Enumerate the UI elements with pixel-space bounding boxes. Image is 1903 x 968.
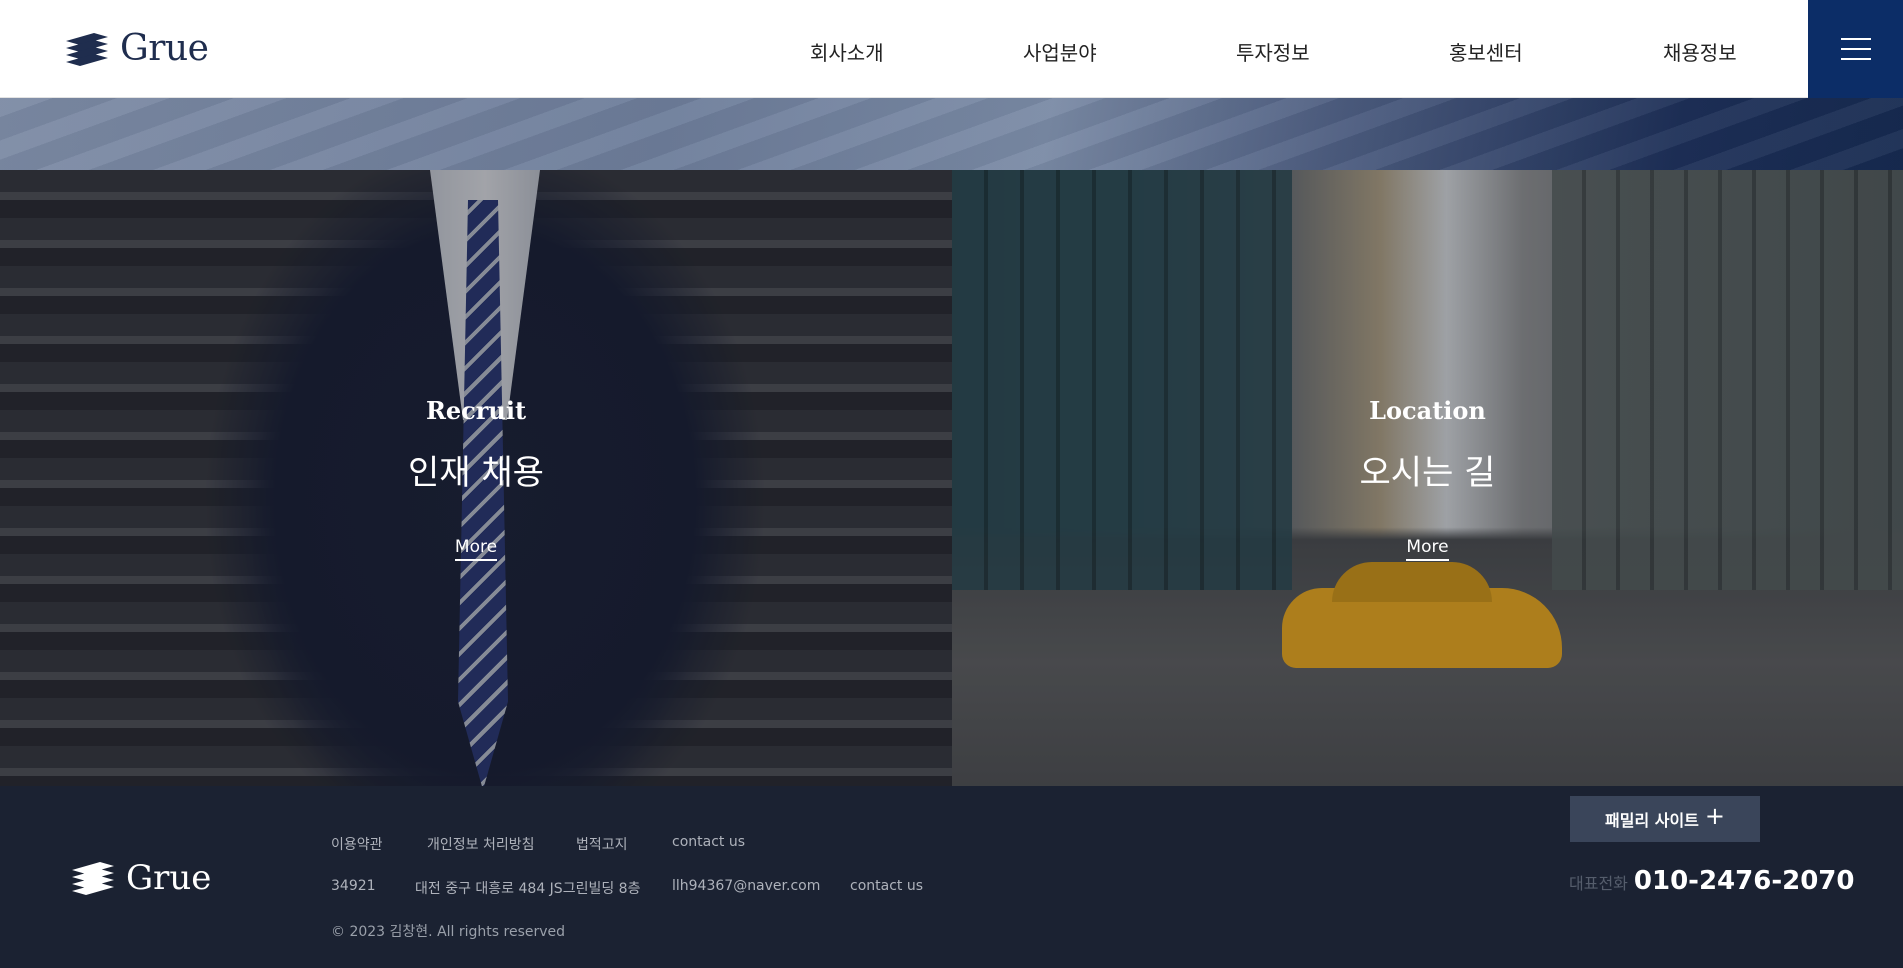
footer-logo[interactable]: Grue (70, 858, 211, 898)
recruit-title-en: Recruit (425, 396, 527, 425)
family-site-button[interactable]: 패밀리 사이트 + (1570, 796, 1760, 842)
logo[interactable]: Grue (64, 28, 209, 69)
footer-contact-us[interactable]: contact us (850, 878, 923, 894)
location-panel[interactable]: Location 오시는 길 More (952, 170, 1903, 786)
family-site-label: 패밀리 사이트 (1605, 811, 1699, 830)
footer-logo-text: Grue (126, 858, 212, 898)
location-title-en: Location (1369, 396, 1486, 425)
site-header: Grue 회사소개 사업분야 투자정보 홍보센터 채용정보 (0, 0, 1903, 98)
footer-link-contact[interactable]: contact us (672, 834, 745, 850)
site-footer: Grue 이용약관 개인정보 처리방침 법적고지 contact us 3492… (0, 786, 1903, 968)
logo-stripes-icon (66, 32, 108, 66)
recruit-panel[interactable]: Recruit 인재 채용 More (0, 170, 952, 786)
location-more: More (952, 537, 1903, 561)
nav-item-recruit[interactable]: 채용정보 (1663, 37, 1737, 66)
nav-item-company[interactable]: 회사소개 (810, 37, 884, 66)
phone-number[interactable]: 010-2476-2070 (1634, 866, 1855, 896)
recruit-more: More (0, 537, 952, 561)
recruit-title-ko: 인재 채용 (408, 453, 544, 493)
footer-address: 대전 중구 대흥로 484 JS그린빌딩 8층 (415, 881, 641, 897)
phone-label: 대표전화 (1569, 874, 1628, 893)
footer-link-privacy[interactable]: 개인정보 처리방침 (427, 834, 535, 854)
hero-image-strip (0, 98, 1903, 170)
nav-item-pr-center[interactable]: 홍보센터 (1449, 37, 1523, 66)
recruit-more-link[interactable]: More (454, 537, 498, 561)
nav-item-investment[interactable]: 투자정보 (1236, 37, 1310, 66)
nav-item-business[interactable]: 사업분야 (1023, 37, 1097, 66)
footer-postcode: 34921 (331, 878, 376, 894)
plus-icon: + (1704, 802, 1725, 830)
footer-link-legal[interactable]: 법적고지 (576, 834, 628, 854)
logo-stripes-icon (72, 862, 114, 895)
footer-copyright: © 2023 김창현. All rights reserved (331, 924, 566, 940)
location-title-ko: 오시는 길 (1359, 453, 1496, 493)
logo-text: Grue (120, 28, 209, 69)
footer-email[interactable]: llh94367@naver.com (672, 878, 820, 894)
hamburger-icon[interactable] (1808, 0, 1903, 98)
footer-link-terms[interactable]: 이용약관 (331, 834, 383, 854)
phone-info: 대표전화 010-2476-2070 (1569, 866, 1854, 896)
location-more-link[interactable]: More (1406, 537, 1449, 561)
